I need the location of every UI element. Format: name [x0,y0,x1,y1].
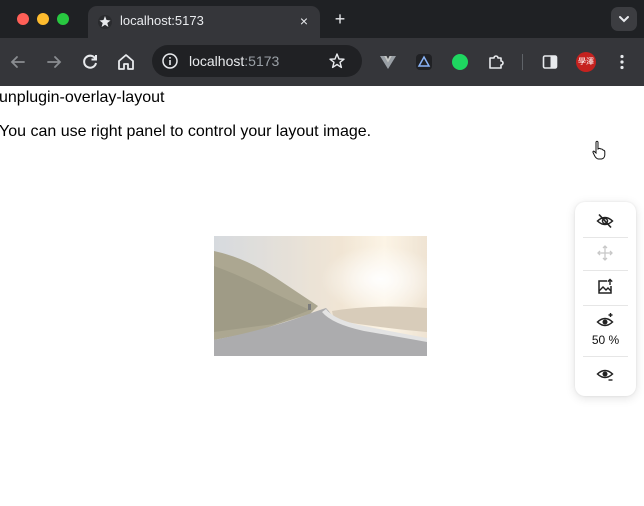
close-window-button[interactable] [17,13,29,25]
decrease-opacity-eye-icon[interactable] [596,364,614,382]
toggle-overlay-eye-off-icon[interactable] [596,212,614,230]
vue-devtools-extension-icon[interactable] [379,53,397,71]
tab-search-button[interactable] [611,7,637,31]
opacity-value: 50 % [591,333,620,347]
url-text: localhost:5173 [189,53,279,69]
minimize-window-button[interactable] [37,13,49,25]
side-panel-icon[interactable] [541,53,559,71]
panel-divider [583,356,628,357]
page-content: unplugin-overlay-layout You can use righ… [0,86,644,506]
panel-divider [583,305,628,306]
url-port: :5173 [244,53,280,69]
home-icon[interactable] [114,50,138,74]
profile-avatar[interactable]: 學澤 [576,52,596,72]
panel-divider [583,237,628,238]
maximize-window-button[interactable] [57,13,69,25]
reload-icon[interactable] [78,50,102,74]
browser-tab[interactable]: localhost:5173 × [88,6,320,38]
extensions-puzzle-icon[interactable] [487,53,505,71]
browser-toolbar: localhost:5173 學澤 [0,38,644,86]
panel-divider [583,270,628,271]
url-host: localhost [189,53,245,69]
overlay-control-panel: 50 % [575,202,636,396]
browser-titlebar: localhost:5173 × + [0,0,644,38]
address-bar[interactable]: localhost:5173 [152,45,362,77]
toolbar-separator [522,54,523,70]
site-info-icon[interactable] [161,52,179,70]
tab-close-icon[interactable]: × [294,11,314,31]
new-tab-button[interactable]: + [330,9,350,29]
layout-overlay-image [214,236,427,356]
upload-image-icon[interactable] [596,278,614,296]
extension-triangle-icon[interactable] [415,53,433,71]
more-menu-icon[interactable] [613,53,631,71]
green-extension-icon[interactable] [452,54,468,70]
page-heading: unplugin-overlay-layout [0,89,165,106]
back-arrow-icon[interactable] [6,50,30,74]
tab-favicon-icon [98,15,112,29]
increase-opacity-eye-icon[interactable] [596,312,614,330]
bookmark-star-icon[interactable] [328,52,346,70]
forward-arrow-icon[interactable] [42,50,66,74]
move-overlay-icon[interactable] [596,244,614,262]
tab-title: localhost:5173 [120,13,204,28]
page-description: You can use right panel to control your … [0,123,372,140]
chevron-down-icon [619,16,629,23]
hand-pointer-cursor-icon [592,140,606,160]
